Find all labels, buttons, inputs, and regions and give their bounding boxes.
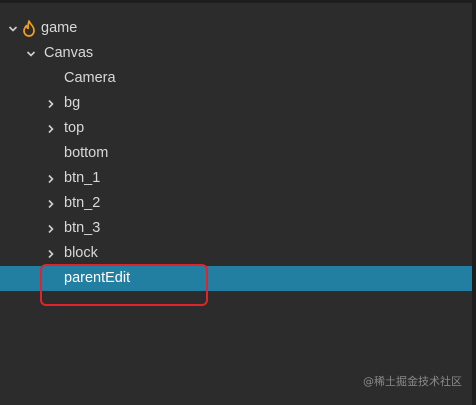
- tree-node-label: btn_1: [64, 170, 101, 186]
- chevron-down-icon[interactable]: [6, 16, 20, 41]
- tree-node-label: btn_2: [64, 195, 101, 211]
- chevron-right-icon[interactable]: [44, 116, 58, 141]
- watermark: @稀土掘金技术社区: [363, 375, 462, 388]
- chevron-right-icon[interactable]: [44, 216, 58, 241]
- panel-top-border: [0, 0, 476, 3]
- flame-icon: [22, 20, 36, 37]
- tree-node-game[interactable]: game: [0, 16, 472, 41]
- tree-node-label: btn_3: [64, 220, 101, 236]
- panel-scrollbar-track[interactable]: [472, 0, 476, 405]
- tree-node-bg[interactable]: bg: [0, 91, 472, 116]
- tree-node-canvas[interactable]: Canvas: [0, 41, 472, 66]
- node-tree: game Canvas Camera bg top bottom btn_1 b…: [0, 16, 472, 291]
- annotation-highlight-box: [40, 264, 208, 306]
- tree-node-label: game: [41, 20, 78, 36]
- chevron-right-icon[interactable]: [44, 241, 58, 266]
- tree-node-block[interactable]: block: [0, 241, 472, 266]
- hierarchy-panel: game Canvas Camera bg top bottom btn_1 b…: [0, 0, 476, 405]
- chevron-right-icon[interactable]: [44, 91, 58, 116]
- tree-node-btn-1[interactable]: btn_1: [0, 166, 472, 191]
- tree-node-label: Canvas: [44, 45, 94, 61]
- tree-node-camera[interactable]: Camera: [0, 66, 472, 91]
- chevron-right-icon[interactable]: [44, 191, 58, 216]
- tree-node-label: Camera: [64, 70, 116, 86]
- tree-node-top[interactable]: top: [0, 116, 472, 141]
- tree-node-label: block: [64, 245, 98, 261]
- tree-node-btn-3[interactable]: btn_3: [0, 216, 472, 241]
- tree-node-btn-2[interactable]: btn_2: [0, 191, 472, 216]
- chevron-down-icon[interactable]: [24, 41, 38, 66]
- tree-node-label: bg: [64, 95, 81, 111]
- tree-node-bottom[interactable]: bottom: [0, 141, 472, 166]
- chevron-right-icon[interactable]: [44, 166, 58, 191]
- tree-node-label: bottom: [64, 145, 109, 161]
- tree-node-label: top: [64, 120, 85, 136]
